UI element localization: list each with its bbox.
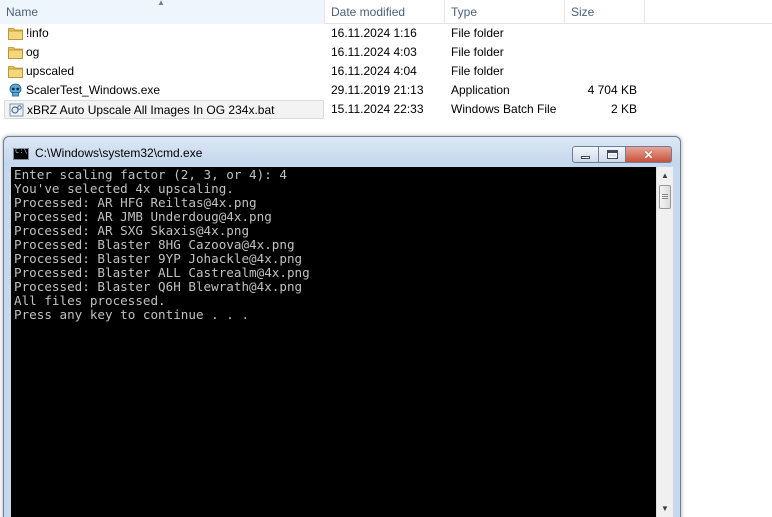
column-header-size-label: Size: [571, 5, 595, 19]
file-name-cell: xBRZ Auto Upscale All Images In OG 234x.…: [4, 100, 324, 119]
file-name: og: [26, 45, 40, 59]
file-name-cell: ScalerTest_Windows.exe: [4, 81, 324, 100]
column-header-size[interactable]: Size: [565, 0, 645, 24]
file-date: 16.11.2024 4:03: [331, 45, 417, 59]
file-name-cell: !info: [4, 24, 324, 43]
file-type: File folder: [451, 45, 504, 59]
console-line: Processed: Blaster Q6H Blewrath@4x.png: [14, 279, 303, 294]
maximize-icon: [606, 150, 618, 159]
close-button[interactable]: ✕: [626, 146, 672, 163]
skull-app-icon: [9, 83, 22, 97]
file-date: 15.11.2024 22:33: [331, 102, 424, 116]
file-row-og[interactable]: og 16.11.2024 4:03 File folder: [0, 43, 772, 62]
file-type: File folder: [451, 64, 504, 78]
column-header-type-label: Type: [451, 5, 478, 19]
file-name: xBRZ Auto Upscale All Images In OG 234x.…: [27, 103, 275, 117]
file-name: !info: [26, 26, 49, 40]
file-date: 16.11.2024 1:16: [331, 26, 417, 40]
console-line: Press any key to continue . . .: [14, 307, 250, 322]
cmd-window[interactable]: C:\ C:\Windows\system32\cmd.exe ✕ Enter …: [3, 136, 681, 517]
file-list: !info 16.11.2024 1:16 File folder og 16.…: [0, 24, 772, 119]
maximize-button[interactable]: [599, 146, 626, 163]
cmd-icon[interactable]: C:\: [13, 147, 29, 160]
file-date: 16.11.2024 4:04: [331, 64, 417, 78]
file-name-cell: upscaled: [4, 62, 324, 81]
scroll-thumb[interactable]: [659, 185, 671, 209]
console-line: Enter scaling factor (2, 3, or 4): 4: [14, 167, 287, 182]
console-line: Processed: AR SXG Skaxis@4x.png: [14, 223, 250, 238]
scroll-grip: [662, 196, 668, 197]
console-line: Processed: Blaster 9YP Johackle@4x.png: [14, 251, 303, 266]
file-size: [565, 24, 637, 43]
cmd-title-bar[interactable]: C:\ C:\Windows\system32\cmd.exe ✕: [4, 137, 680, 165]
console-line: All files processed.: [14, 293, 166, 308]
file-size: 4 704 KB: [587, 83, 637, 97]
file-date: 29.11.2019 21:13: [331, 83, 424, 97]
file-type: Windows Batch File: [451, 102, 557, 116]
close-icon: ✕: [643, 147, 654, 162]
column-header-date[interactable]: Date modified: [325, 0, 445, 24]
folder-icon: [8, 47, 23, 59]
file-type: Application: [451, 83, 510, 97]
column-header-name[interactable]: Name ▲: [0, 0, 325, 24]
file-name: ScalerTest_Windows.exe: [26, 83, 161, 97]
folder-icon: [8, 66, 23, 78]
file-size: 2 KB: [610, 102, 637, 116]
console-line: Processed: Blaster 8HG Cazoova@4x.png: [14, 237, 295, 252]
folder-icon: [8, 28, 23, 40]
console-line: Processed: AR JMB Underdoug@4x.png: [14, 209, 272, 224]
column-header-date-label: Date modified: [331, 5, 406, 19]
sort-ascending-icon: ▲: [157, 0, 165, 7]
file-row-scalertest[interactable]: ScalerTest_Windows.exe 29.11.2019 21:13 …: [0, 81, 772, 100]
console-output[interactable]: Enter scaling factor (2, 3, or 4): 4 You…: [11, 167, 656, 517]
file-row-upscaled[interactable]: upscaled 16.11.2024 4:04 File folder: [0, 62, 772, 81]
console-lines: Enter scaling factor (2, 3, or 4): 4 You…: [11, 167, 656, 322]
file-name: upscaled: [26, 64, 75, 78]
scroll-down-arrow-icon[interactable]: ▼: [657, 500, 673, 517]
console-line: Processed: Blaster ALL Castrealm@4x.png: [14, 265, 310, 280]
vertical-scrollbar[interactable]: ▲ ▼: [656, 167, 673, 517]
minimize-icon: [581, 156, 590, 159]
scroll-up-arrow-icon[interactable]: ▲: [657, 167, 673, 184]
console-line: You've selected 4x upscaling.: [14, 181, 234, 196]
column-header-name-label: Name: [6, 5, 39, 19]
file-size: [565, 43, 637, 62]
file-name-cell: og: [4, 43, 324, 62]
column-header-bar: Name ▲ Date modified Type Size: [0, 0, 772, 24]
file-size: [565, 62, 637, 81]
batch-file-icon: [9, 103, 24, 117]
cmd-icon-text: C:\: [15, 147, 28, 155]
file-type: File folder: [451, 26, 504, 40]
window-controls: ✕: [572, 146, 672, 163]
file-row-info[interactable]: !info 16.11.2024 1:16 File folder: [0, 24, 772, 43]
minimize-button[interactable]: [572, 146, 599, 163]
column-header-type[interactable]: Type: [445, 0, 565, 24]
file-row-xbrz-bat[interactable]: xBRZ Auto Upscale All Images In OG 234x.…: [0, 100, 772, 119]
scroll-grip: [662, 198, 668, 199]
console-line: Processed: AR HFG Reiltas@4x.png: [14, 195, 257, 210]
cmd-title: C:\Windows\system32\cmd.exe: [35, 146, 203, 160]
scroll-grip: [662, 194, 668, 195]
